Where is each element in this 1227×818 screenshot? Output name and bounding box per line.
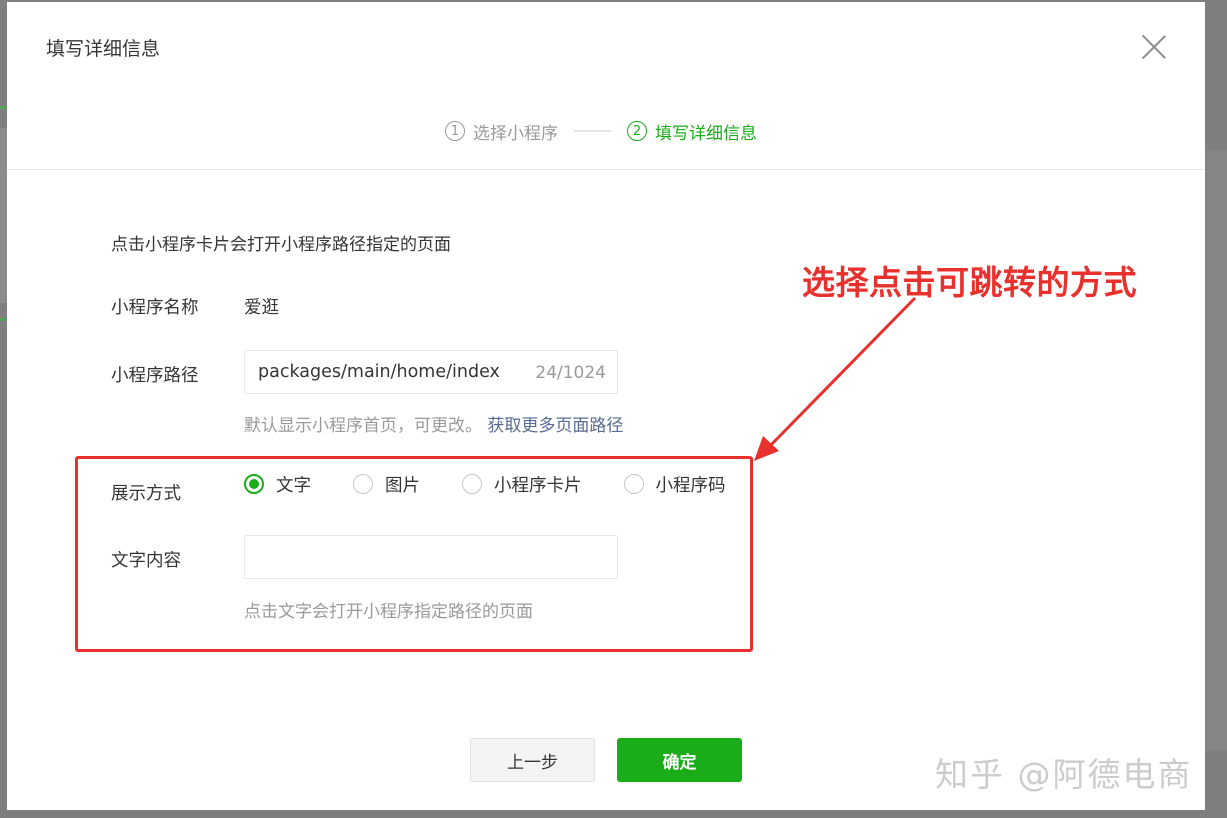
watermark: 知乎 @阿德电商 bbox=[935, 755, 1193, 794]
annotation-arrow-icon bbox=[754, 296, 917, 461]
